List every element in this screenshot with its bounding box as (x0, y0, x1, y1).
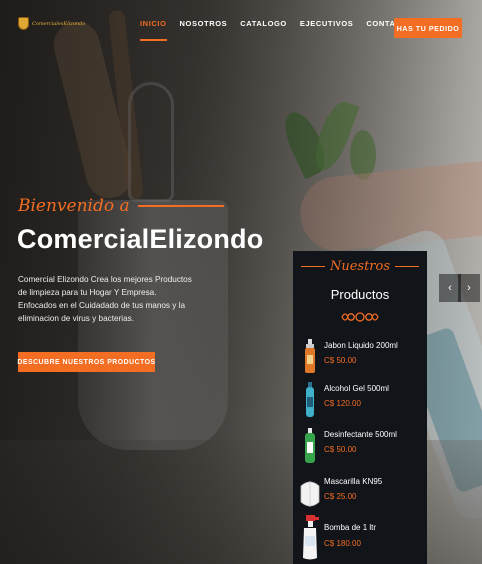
product-name: Desinfectante 500ml (324, 430, 397, 439)
slider-next-arrow-icon[interactable]: › (458, 274, 480, 302)
nav-item-catalogo[interactable]: CATALOGO (240, 19, 287, 28)
heading-divider (395, 266, 420, 267)
welcome-text: Bienvenido a (18, 196, 130, 216)
nav-item-nosotros[interactable]: NOSOTROS (180, 19, 228, 28)
products-card-title: Productos (330, 287, 390, 302)
hero-title: ComercialElizondo (17, 224, 264, 254)
order-button[interactable]: HAS TU PEDIDO (394, 18, 462, 38)
product-item[interactable]: Jabon Liquido 200ml C$ 50.00 (293, 338, 427, 378)
product-item[interactable]: Desinfectante 500ml C$ 50.00 (293, 427, 427, 467)
products-card-script: Nuestros (329, 259, 391, 274)
logo-shield-icon (18, 17, 29, 30)
product-item[interactable]: Bomba de 1 ltr C$ 180.00 (293, 514, 427, 562)
discover-products-button[interactable]: DESCUBRE NUESTROS PRODUCTOS (17, 352, 155, 372)
product-name: Mascarilla KN95 (324, 477, 383, 486)
main-nav: INICIO NOSOTROS CATALOGO EJECUTIVOS CONT… (140, 19, 430, 41)
welcome-row: Bienvenido a (18, 196, 224, 216)
product-price: C$ 180.00 (324, 539, 361, 548)
product-price: C$ 120.00 (324, 399, 361, 408)
product-name: Jabon Liquido 200ml (324, 341, 398, 350)
gel-bottle-icon (306, 382, 314, 417)
product-price: C$ 50.00 (324, 445, 357, 454)
product-name: Alcohol Gel 500ml (324, 384, 389, 393)
product-price: C$ 25.00 (324, 492, 357, 501)
spray-bottle-icon (303, 515, 319, 560)
heading-divider (300, 266, 325, 267)
nav-item-ejecutivos[interactable]: EJECUTIVOS (300, 19, 354, 28)
welcome-divider (137, 205, 224, 207)
logo-text: ComercialesElizondo (32, 20, 86, 27)
soap-bottle-icon (305, 339, 315, 373)
site-header: ComercialesElizondo INICIO NOSOTROS CATA… (0, 0, 482, 56)
mask-icon (300, 481, 320, 507)
products-card: Nuestros Productos Jabon Liquido 200ml C… (293, 251, 427, 564)
product-name: Bomba de 1 ltr (324, 523, 377, 532)
product-item[interactable]: Alcohol Gel 500ml C$ 120.00 (293, 381, 427, 421)
nav-item-inicio[interactable]: INICIO (140, 19, 167, 41)
disinfectant-bottle-icon (305, 428, 315, 463)
hero-description: Comercial Elizondo Crea los mejores Prod… (18, 275, 192, 323)
product-item[interactable]: Mascarilla KN95 C$ 25.00 (293, 474, 427, 514)
ornament-icon (341, 312, 379, 322)
logo[interactable]: ComercialesElizondo (18, 17, 86, 30)
products-card-heading: Nuestros (293, 259, 427, 274)
product-price: C$ 50.00 (324, 356, 357, 365)
